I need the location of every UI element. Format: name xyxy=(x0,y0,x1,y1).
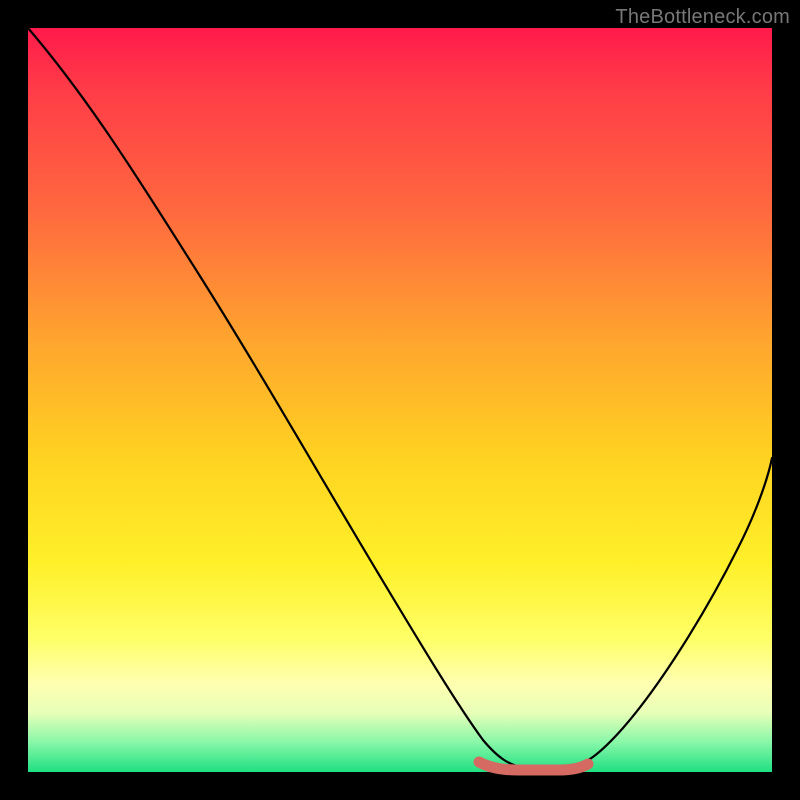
curve-svg xyxy=(28,28,772,772)
valley-accent xyxy=(479,762,588,770)
plot-area xyxy=(28,28,772,772)
bottleneck-curve xyxy=(28,28,772,768)
watermark-text: TheBottleneck.com xyxy=(615,6,790,29)
chart-frame: TheBottleneck.com xyxy=(0,0,800,800)
